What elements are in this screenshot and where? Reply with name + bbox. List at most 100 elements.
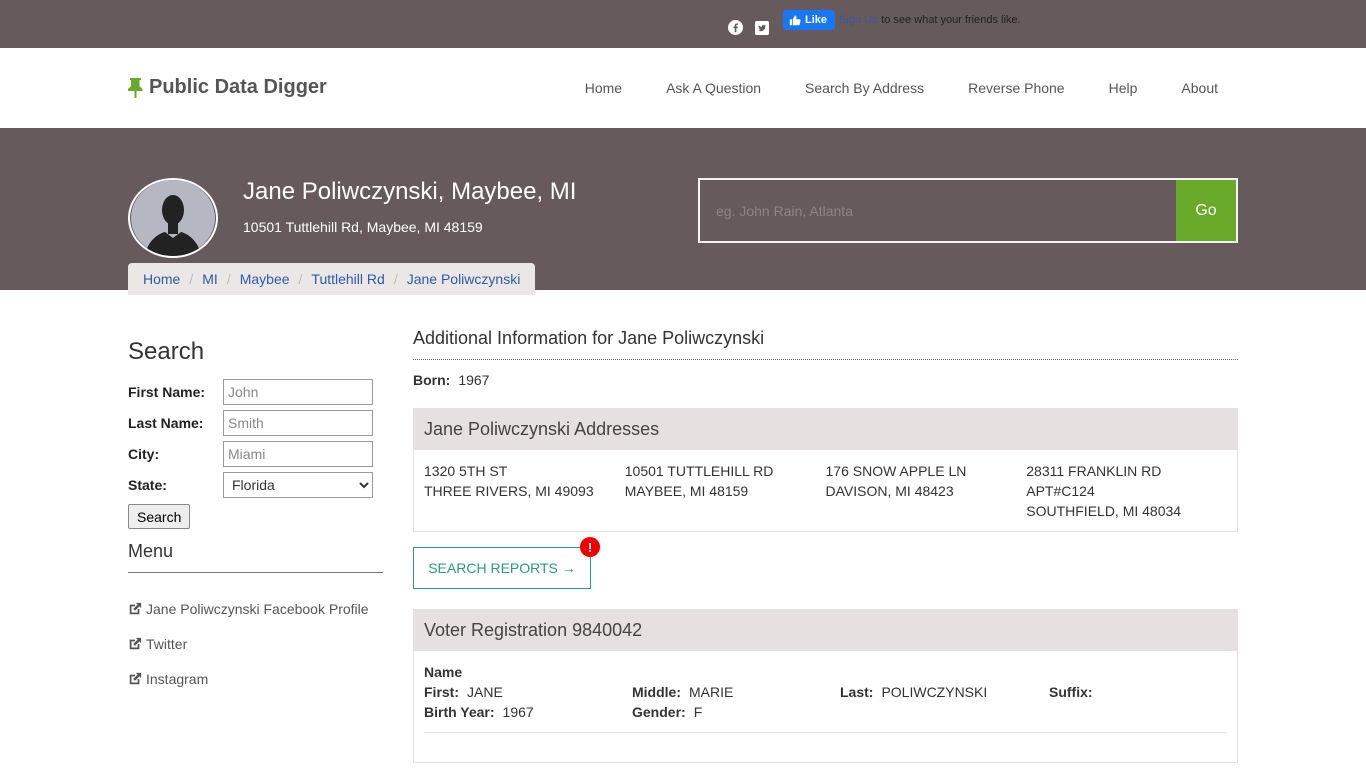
additional-info-title: Additional Information for Jane Poliwczy… <box>413 328 1238 360</box>
nav-search-by-address[interactable]: Search By Address <box>805 80 924 96</box>
address-line: APT#C124 <box>1026 483 1095 499</box>
menu-item-label: Twitter <box>146 635 188 652</box>
person-name: Jane Poliwczynski, Maybee, MI <box>243 178 577 205</box>
breadcrumb-street[interactable]: Tuttlehill Rd <box>311 271 384 287</box>
nav-ask-question[interactable]: Ask A Question <box>666 80 761 96</box>
addresses-list: 1320 5TH ST THREE RIVERS, MI 49093 10501… <box>414 450 1237 531</box>
facebook-icon[interactable] <box>728 20 743 35</box>
born-label: Born: <box>413 372 451 388</box>
breadcrumb-state[interactable]: MI <box>202 271 218 287</box>
fb-text: to see what your friends like. <box>881 14 1021 26</box>
voter-first-label: First: <box>424 684 459 700</box>
address-item: 10501 TUTTLEHILL RD MAYBEE, MI 48159 <box>625 461 826 521</box>
voter-birth-label: Birth Year: <box>424 704 495 720</box>
address-line: MAYBEE, MI 48159 <box>624 483 749 499</box>
brand-name: Public Data Digger <box>149 76 327 98</box>
voter-registration-panel: Voter Registration 9840042 Name First: JA… <box>413 609 1238 763</box>
state-select[interactable]: Florida <box>223 471 373 498</box>
first-name-row: First Name: <box>128 376 383 407</box>
address-line: DAVISON, MI 48423 <box>825 483 954 499</box>
menu-item-facebook[interactable]: Jane Poliwczynski Facebook Profile <box>128 591 383 626</box>
fb-signup-link[interactable]: Sign Up <box>839 14 878 26</box>
profile-hero: Jane Poliwczynski, Maybee, MI 10501 Tutt… <box>0 128 1366 295</box>
voter-birth-value: 1967 <box>502 704 534 720</box>
person-silhouette-icon <box>131 180 215 256</box>
breadcrumb-separator: / <box>393 271 398 287</box>
breadcrumb-person[interactable]: Jane Poliwczynski <box>407 271 521 287</box>
person-address: 10501 Tuttlehill Rd, Maybee, MI 48159 <box>243 219 483 235</box>
voter-birth-year: Birth Year: 1967 <box>424 702 632 722</box>
voter-details: Name First: JANE Middle: MARIE Last: POLIWC… <box>414 651 1237 762</box>
breadcrumb-separator: / <box>226 271 231 287</box>
menu-list: Jane Poliwczynski Facebook Profile Twitt… <box>128 591 383 696</box>
fb-like-button[interactable]: Like <box>783 10 836 30</box>
brand-logo[interactable]: Public Data Digger <box>128 76 327 99</box>
address-line: 1320 5TH ST <box>424 463 508 479</box>
sidebar-search-button[interactable]: Search <box>128 504 191 529</box>
thumbs-up-icon <box>789 15 801 26</box>
hero-search-box: Go <box>698 178 1238 243</box>
twitter-icon[interactable] <box>754 20 769 35</box>
address-line: 176 SNOW APPLE LN <box>825 463 967 479</box>
nav-help[interactable]: Help <box>1109 80 1138 96</box>
address-item: 176 SNOW APPLE LN DAVISON, MI 48423 <box>826 461 1027 521</box>
breadcrumb-home[interactable]: Home <box>143 271 180 287</box>
voter-suffix-label: Suffix: <box>1049 684 1093 700</box>
last-name-row: Last Name: <box>128 407 383 438</box>
breadcrumb-separator: / <box>298 271 303 287</box>
external-link-icon <box>129 672 142 684</box>
menu-item-twitter[interactable]: Twitter <box>128 626 383 661</box>
social-icons <box>728 20 769 35</box>
avatar <box>128 178 218 258</box>
go-button[interactable]: Go <box>1176 180 1236 241</box>
city-label: City: <box>128 445 160 462</box>
menu-title: Menu <box>128 541 383 573</box>
search-reports-button[interactable]: SEARCH REPORTS → <box>413 547 591 589</box>
menu-item-instagram[interactable]: Instagram <box>128 661 383 696</box>
voter-suffix: Suffix: <box>1049 682 1229 702</box>
breadcrumb-city[interactable]: Maybee <box>240 271 290 287</box>
addresses-title: Jane Poliwczynski Addresses <box>414 409 1237 450</box>
voter-name-heading: Name <box>424 664 463 680</box>
nav-reverse-phone[interactable]: Reverse Phone <box>968 80 1065 96</box>
address-line: SOUTHFIELD, MI 48034 <box>1026 503 1182 519</box>
voter-divider <box>424 732 1227 762</box>
first-name-input[interactable] <box>223 378 373 405</box>
address-line: 10501 TUTTLEHILL RD <box>624 463 774 479</box>
voter-gender-value: F <box>693 704 703 720</box>
addresses-panel: Jane Poliwczynski Addresses 1320 5TH ST … <box>413 408 1238 532</box>
main-nav: Home Ask A Question Search By Address Re… <box>585 80 1218 96</box>
voter-gender-label: Gender: <box>632 704 686 720</box>
voter-last-value: POLIWCZYNSKI <box>881 684 988 700</box>
voter-middle: Middle: MARIE <box>632 682 840 702</box>
voter-first-value: JANE <box>467 684 503 700</box>
external-link-icon <box>129 637 142 649</box>
city-input[interactable] <box>223 440 373 467</box>
sidebar-search-title: Search <box>128 338 205 365</box>
voter-registration-title: Voter Registration 9840042 <box>414 610 1237 651</box>
voter-last-label: Last: <box>840 684 874 700</box>
address-item: 1320 5TH ST THREE RIVERS, MI 49093 <box>424 461 625 521</box>
voter-gender: Gender: F <box>632 702 840 722</box>
alert-badge-icon: ! <box>580 537 600 557</box>
breadcrumb-separator: / <box>189 271 194 287</box>
voter-middle-value: MARIE <box>689 684 734 700</box>
menu-item-label: Jane Poliwczynski Facebook Profile <box>146 600 369 617</box>
search-reports-wrapper: SEARCH REPORTS → ! <box>413 537 600 589</box>
fb-like-label: Like <box>805 14 828 26</box>
nav-home[interactable]: Home <box>585 80 622 96</box>
address-line: THREE RIVERS, MI 49093 <box>424 483 594 499</box>
sidebar: Search First Name: Last Name: City: Stat… <box>128 338 383 696</box>
voter-last: Last: POLIWCZYNSKI <box>840 682 1049 702</box>
menu-item-label: Instagram <box>146 670 209 687</box>
nav-about[interactable]: About <box>1181 80 1218 96</box>
first-name-label: First Name: <box>128 383 206 400</box>
fb-like-widget: Like Sign Up to see what your friends li… <box>783 10 1021 30</box>
navbar: Public Data Digger Home Ask A Question S… <box>0 48 1366 128</box>
external-link-icon <box>129 602 142 614</box>
voter-first: First: JANE <box>424 682 632 702</box>
top-social-bar: Like Sign Up to see what your friends li… <box>0 0 1366 48</box>
hero-search-input[interactable] <box>700 180 1176 241</box>
breadcrumb: Home / MI / Maybee / Tuttlehill Rd / Jan… <box>128 263 536 295</box>
last-name-input[interactable] <box>223 409 373 436</box>
